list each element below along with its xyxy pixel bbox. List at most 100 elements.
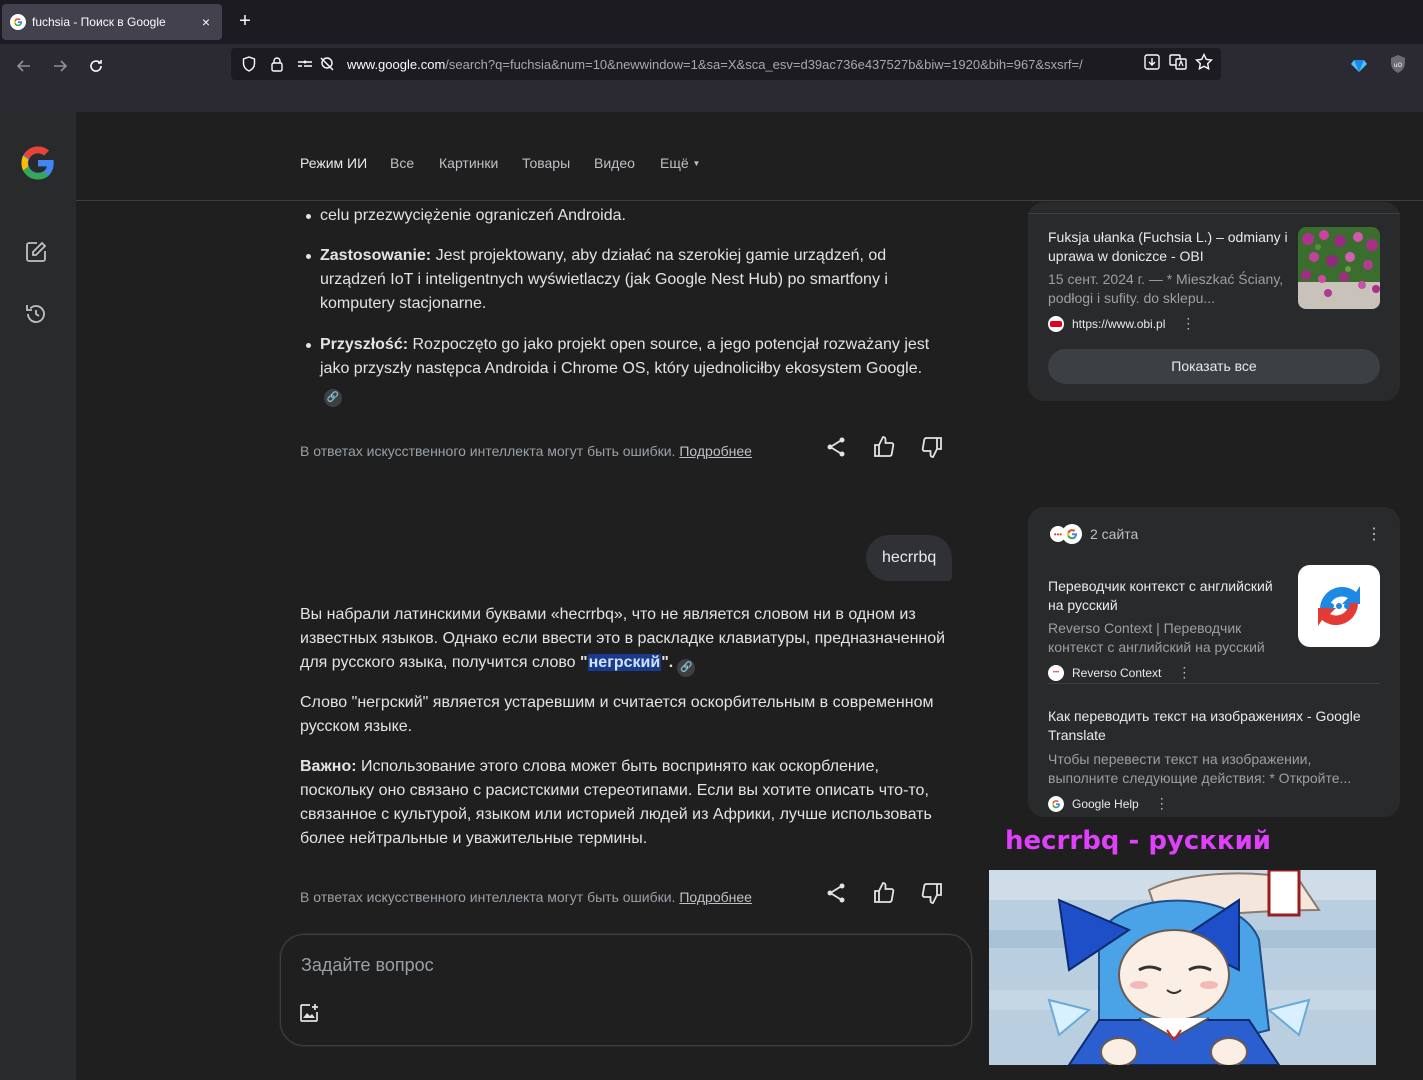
browser-nav-bar: www.google.com/search?q=fuchsia&num=10&n… xyxy=(0,44,1423,112)
source-site[interactable]: https://www.obi.pl ⋮ xyxy=(1048,315,1195,332)
divider xyxy=(1028,213,1400,214)
google-logo-icon[interactable] xyxy=(20,145,56,181)
tab-title: fuchsia - Поиск в Google xyxy=(32,15,166,29)
anime-character-image xyxy=(989,870,1376,1065)
back-button[interactable] xyxy=(10,54,38,82)
thumbs-down-icon[interactable] xyxy=(920,881,944,905)
bullet-label: Zastosowanie: xyxy=(320,247,432,264)
browser-tab[interactable]: fuchsia - Поиск в Google × xyxy=(2,4,222,40)
tab-close-icon[interactable]: × xyxy=(198,14,214,30)
reverso-thumbnail[interactable] xyxy=(1298,565,1380,647)
permissions-icon[interactable] xyxy=(295,54,315,74)
source-site[interactable]: ••• Reverso Context ⋮ xyxy=(1048,664,1191,681)
back-arrow-icon xyxy=(16,60,30,72)
address-bar[interactable]: www.google.com/search?q=fuchsia&num=10&n… xyxy=(231,48,1221,80)
ublock-shield-icon[interactable]: uO xyxy=(1388,54,1408,74)
quote-close: ". xyxy=(661,654,674,671)
answer2-paragraph-3: Важно: Использование этого слова может б… xyxy=(300,755,950,851)
meme-caption: hecrrbq - русккий xyxy=(1005,826,1272,856)
save-page-icon[interactable] xyxy=(1143,53,1161,76)
shield-icon[interactable] xyxy=(239,54,259,74)
source-title[interactable]: Fuksja ułanka (Fuchsia L.) – odmiany i u… xyxy=(1048,228,1288,266)
new-chat-icon[interactable] xyxy=(24,240,48,264)
google-sidebar xyxy=(0,112,76,1080)
important-label: Важно: xyxy=(300,758,357,775)
ask-input[interactable]: Задайте вопрос xyxy=(280,934,972,1046)
fuchsia-thumbnail[interactable] xyxy=(1298,227,1380,309)
tab-videos[interactable]: Видео xyxy=(594,155,635,171)
learn-more-link[interactable]: Подробнее xyxy=(679,443,752,459)
answer1-bullet-2: Przyszłość: Rozpoczęto go jako projekt o… xyxy=(306,333,940,407)
reverso-logo-icon xyxy=(1318,586,1360,626)
source-link-icon[interactable]: 🔗 xyxy=(677,659,696,677)
tab-all[interactable]: Все xyxy=(390,155,414,171)
answer1-cont: celu przezwyciężenie ograniczeń Androida… xyxy=(306,204,940,228)
google-favicon-icon xyxy=(10,14,26,30)
bullet-label: Przyszłość: xyxy=(320,336,409,353)
share-icon[interactable] xyxy=(824,881,848,905)
lock-icon[interactable] xyxy=(267,54,287,74)
tab-more-label: Ещё xyxy=(660,155,689,171)
answer1-cont-text: celu przezwyciężenie ograniczeń Androida… xyxy=(320,207,626,224)
source-site-url: https://www.obi.pl xyxy=(1072,316,1166,331)
add-image-icon[interactable] xyxy=(299,1003,319,1023)
source-title[interactable]: Переводчик контекст с английский на русс… xyxy=(1048,577,1288,615)
answer1-actions xyxy=(824,435,944,459)
thumbs-up-icon[interactable] xyxy=(872,881,896,905)
history-icon[interactable] xyxy=(24,302,48,326)
ai-disclaimer: В ответах искусственного интеллекта могу… xyxy=(300,439,752,463)
google-favicon-icon xyxy=(1048,795,1064,812)
url-text[interactable]: www.google.com/search?q=fuchsia&num=10&n… xyxy=(347,57,1143,72)
meme-image xyxy=(989,870,1376,1065)
dropdown-arrow-icon: ▼ xyxy=(692,159,701,168)
disclaimer-text: В ответах искусственного интеллекта могу… xyxy=(300,443,676,459)
answer1-bullet-1: Zastosowanie: Jest projektowany, aby dzi… xyxy=(306,244,940,316)
show-all-button[interactable]: Показать все xyxy=(1048,349,1380,384)
browser-tab-bar: fuchsia - Поиск в Google × + xyxy=(0,0,1423,44)
location-blocked-icon[interactable] xyxy=(317,54,337,74)
important-text: Использование этого слова может быть вос… xyxy=(300,758,932,847)
more-options-icon[interactable]: ⋮ xyxy=(1177,664,1191,681)
source-snippet: Reverso Context | Переводчик контекст с … xyxy=(1048,620,1265,655)
source-site-name: Reverso Context xyxy=(1072,665,1162,680)
sources-card: ••• 2 сайта ⋮ Переводчик контекст с англ… xyxy=(1028,507,1400,817)
learn-more-link[interactable]: Подробнее xyxy=(679,889,752,905)
source-site[interactable]: Google Help ⋮ xyxy=(1048,795,1169,812)
answer2-paragraph-2: Слово "негрский" является устаревшим и с… xyxy=(300,694,934,735)
ask-placeholder: Задайте вопрос xyxy=(301,955,434,975)
obi-favicon-icon xyxy=(1048,315,1064,332)
forward-arrow-icon xyxy=(54,60,68,72)
extension-gem-icon[interactable] xyxy=(1349,54,1369,74)
source-site-name: Google Help xyxy=(1072,796,1139,811)
source-title[interactable]: Как переводить текст на изображениях - G… xyxy=(1048,707,1368,745)
tab-shopping[interactable]: Товары xyxy=(522,155,570,171)
sources-count: 2 сайта xyxy=(1090,526,1139,542)
new-tab-button[interactable]: + xyxy=(234,10,256,32)
reload-button[interactable] xyxy=(82,54,110,82)
url-path: /search?q=fuchsia&num=10&newwindow=1&sa=… xyxy=(445,56,1083,72)
highlighted-word: негрский xyxy=(587,654,662,671)
tab-images[interactable]: Картинки xyxy=(439,155,498,171)
answer2-actions xyxy=(824,881,944,905)
source-link-icon[interactable]: 🔗 xyxy=(324,389,342,407)
more-options-icon[interactable]: ⋮ xyxy=(1181,315,1195,332)
reload-icon xyxy=(90,60,102,72)
disclaimer-text: В ответах искусственного интеллекта могу… xyxy=(300,889,676,905)
divider xyxy=(1048,683,1380,684)
google-favicon-icon xyxy=(1062,524,1082,544)
tab-more[interactable]: Ещё ▼ xyxy=(660,155,700,171)
tab-ai-mode[interactable]: Режим ИИ xyxy=(300,155,367,171)
sources-header[interactable]: ••• 2 сайта xyxy=(1048,524,1138,544)
source-snippet: Чтобы перевести текст на изображении, вы… xyxy=(1048,751,1352,786)
more-options-icon[interactable]: ⋮ xyxy=(1155,795,1169,812)
share-icon[interactable] xyxy=(824,435,848,459)
more-options-icon[interactable]: ⋮ xyxy=(1366,524,1382,544)
thumbs-up-icon[interactable] xyxy=(872,435,896,459)
forward-button[interactable] xyxy=(46,54,74,82)
source-snippet: 15 сент. 2024 г. — * Mieszkać Ściany, po… xyxy=(1048,271,1284,306)
thumbs-down-icon[interactable] xyxy=(920,435,944,459)
url-domain: www.google.com xyxy=(347,56,446,72)
user-query-bubble: hecrrbq xyxy=(866,535,953,581)
translate-icon[interactable] xyxy=(1169,53,1187,76)
bookmark-star-icon[interactable] xyxy=(1194,52,1214,76)
